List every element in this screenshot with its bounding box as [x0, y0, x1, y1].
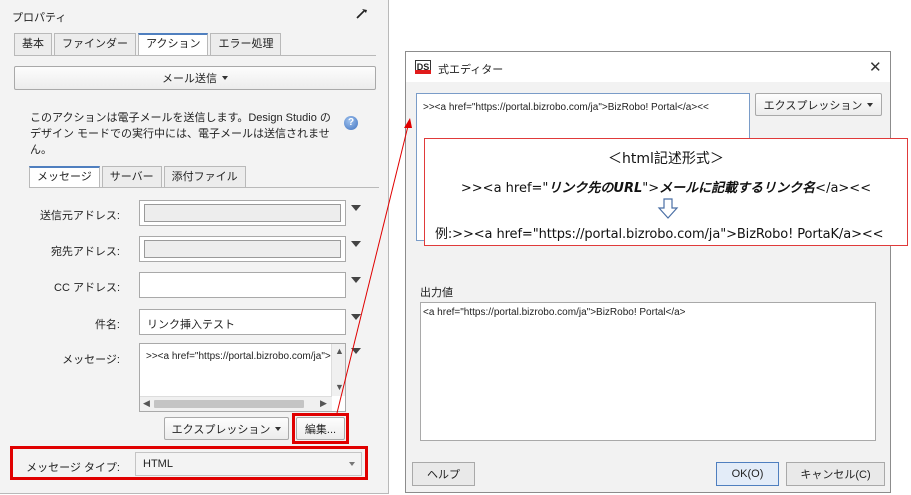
tab-action[interactable]: アクション	[138, 33, 209, 55]
action-type-label: メール送信	[162, 73, 217, 85]
from-field[interactable]	[139, 200, 346, 226]
chevron-down-icon	[275, 426, 282, 431]
cancel-button[interactable]: キャンセル(C)	[786, 462, 885, 486]
subject-field[interactable]: リンク挿入テスト	[139, 309, 346, 335]
help-button[interactable]: ヘルプ	[412, 462, 475, 486]
chevron-down-icon	[222, 76, 228, 80]
from-label: 送信元アドレス:	[39, 210, 120, 222]
message-dropdown-arrow[interactable]	[351, 348, 361, 354]
down-arrow-icon	[657, 198, 679, 219]
action-description: このアクションは電子メールを送信します。Design Studio のデザイン …	[30, 112, 331, 156]
tabs-divider	[14, 55, 376, 56]
scroll-right-icon[interactable]: ▶	[320, 398, 327, 409]
scroll-down-icon[interactable]: ▼	[335, 382, 344, 392]
action-type-dropdown[interactable]: メール送信	[14, 66, 376, 90]
from-dropdown-arrow[interactable]	[351, 205, 361, 211]
callout-heading: ＜html記述形式＞	[608, 151, 724, 167]
cc-label: CC アドレス:	[54, 282, 120, 294]
message-type-highlight	[10, 446, 368, 480]
cc-dropdown-arrow[interactable]	[351, 277, 361, 283]
ok-button[interactable]: OK(O)	[716, 462, 779, 486]
message-textarea[interactable]: >><a href="https://portal.bizrobo.com/ja…	[139, 343, 346, 412]
dialog-expression-button[interactable]: エクスプレッション	[755, 93, 882, 116]
format-name: メールに記載するリンク名	[659, 181, 816, 196]
help-icon[interactable]: ?	[344, 116, 358, 130]
subtab-server[interactable]: サーバー	[101, 166, 162, 188]
message-value: >><a href="https://portal.bizrobo.com/ja…	[146, 351, 345, 362]
format-callout: ＜html記述形式＞ >><a href="リンク先のURL">メールに記載する…	[424, 138, 908, 246]
output-value: <a href="https://portal.bizrobo.com/ja">…	[423, 307, 686, 318]
to-label: 宛先アドレス:	[50, 246, 120, 258]
callout-format: >><a href="リンク先のURL">メールに記載するリンク名</a><<	[425, 177, 907, 196]
format-middle: ">	[642, 181, 660, 196]
message-horizontal-scrollbar[interactable]: ◀ ▶	[140, 396, 332, 411]
property-tabs: 基本 ファインダー アクション エラー処理	[14, 33, 283, 55]
message-subtabs: メッセージ サーバー 添付ファイル	[29, 166, 248, 188]
dialog-expression-button-label: エクスプレッション	[763, 99, 863, 112]
subject-dropdown-arrow[interactable]	[351, 314, 361, 320]
scroll-up-icon[interactable]: ▲	[335, 346, 344, 356]
scroll-left-icon[interactable]: ◀	[143, 398, 150, 409]
ds-app-icon-bar	[415, 70, 431, 74]
output-label: 出力値	[420, 287, 453, 299]
subtab-attachments[interactable]: 添付ファイル	[163, 166, 246, 188]
message-label: メッセージ:	[62, 354, 120, 366]
format-suffix: </a><<	[815, 181, 872, 196]
expression-editor-dialog: DS 式エディター ✕ >><a href="https://portal.bi…	[405, 51, 891, 493]
to-field[interactable]	[139, 236, 346, 262]
dialog-titlebar: DS 式エディター ✕	[406, 52, 890, 82]
close-icon[interactable]: ✕	[869, 58, 882, 76]
tab-basic[interactable]: 基本	[14, 33, 52, 55]
subtab-message[interactable]: メッセージ	[29, 166, 100, 188]
format-prefix: >><a href="	[460, 181, 549, 196]
to-dropdown-arrow[interactable]	[351, 241, 361, 247]
edit-button-highlight	[292, 413, 349, 444]
format-url: リンク先のURL	[548, 181, 643, 196]
scroll-thumb[interactable]	[154, 400, 304, 408]
subject-label: 件名:	[94, 319, 120, 331]
subtabs-divider	[29, 187, 379, 188]
expression-button-label: エクスプレッション	[171, 423, 271, 436]
output-area: <a href="https://portal.bizrobo.com/ja">…	[420, 302, 876, 441]
callout-example: 例:>><a href="https://portal.bizrobo.com/…	[435, 227, 884, 242]
message-vertical-scrollbar[interactable]: ▲ ▼	[331, 344, 345, 396]
pin-icon[interactable]	[355, 6, 369, 20]
chevron-down-icon	[867, 102, 874, 107]
expression-value: >><a href="https://portal.bizrobo.com/ja…	[423, 102, 709, 113]
properties-panel: プロパティ 基本 ファインダー アクション エラー処理 メール送信 このアクショ…	[0, 0, 389, 494]
expression-button[interactable]: エクスプレッション	[164, 417, 289, 440]
subject-value: リンク挿入テスト	[147, 319, 235, 331]
tab-error-handling[interactable]: エラー処理	[210, 33, 282, 55]
properties-title: プロパティ	[12, 12, 67, 24]
cc-field[interactable]	[139, 272, 346, 298]
tab-finder[interactable]: ファインダー	[54, 33, 136, 55]
dialog-title: 式エディター	[438, 64, 504, 76]
